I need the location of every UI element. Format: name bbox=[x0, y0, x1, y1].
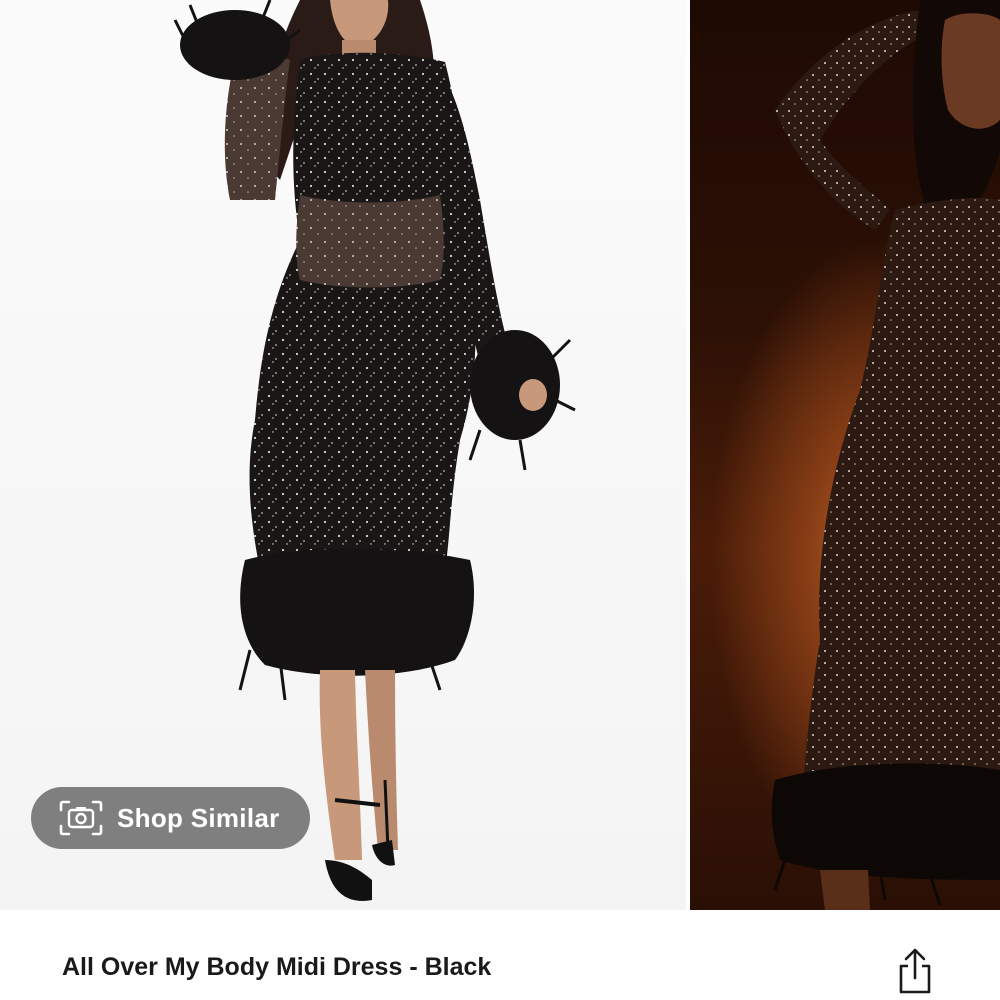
model-illustration-front bbox=[173, 0, 576, 901]
camera-icon bbox=[59, 800, 103, 836]
product-page: Shop Similar All Over My Body Midi Dress… bbox=[0, 0, 1000, 1000]
product-image-carousel[interactable]: Shop Similar bbox=[0, 0, 1000, 910]
shop-similar-button[interactable]: Shop Similar bbox=[31, 787, 310, 849]
share-button[interactable] bbox=[893, 946, 937, 996]
shop-similar-label: Shop Similar bbox=[117, 803, 280, 833]
share-icon bbox=[899, 948, 931, 994]
product-title-bar: All Over My Body Midi Dress - Black bbox=[0, 910, 1000, 1000]
model-illustration-side bbox=[771, 0, 1000, 910]
product-title: All Over My Body Midi Dress - Black bbox=[62, 953, 492, 981]
product-image-2[interactable] bbox=[690, 0, 1000, 910]
product-image-1[interactable] bbox=[0, 0, 686, 910]
